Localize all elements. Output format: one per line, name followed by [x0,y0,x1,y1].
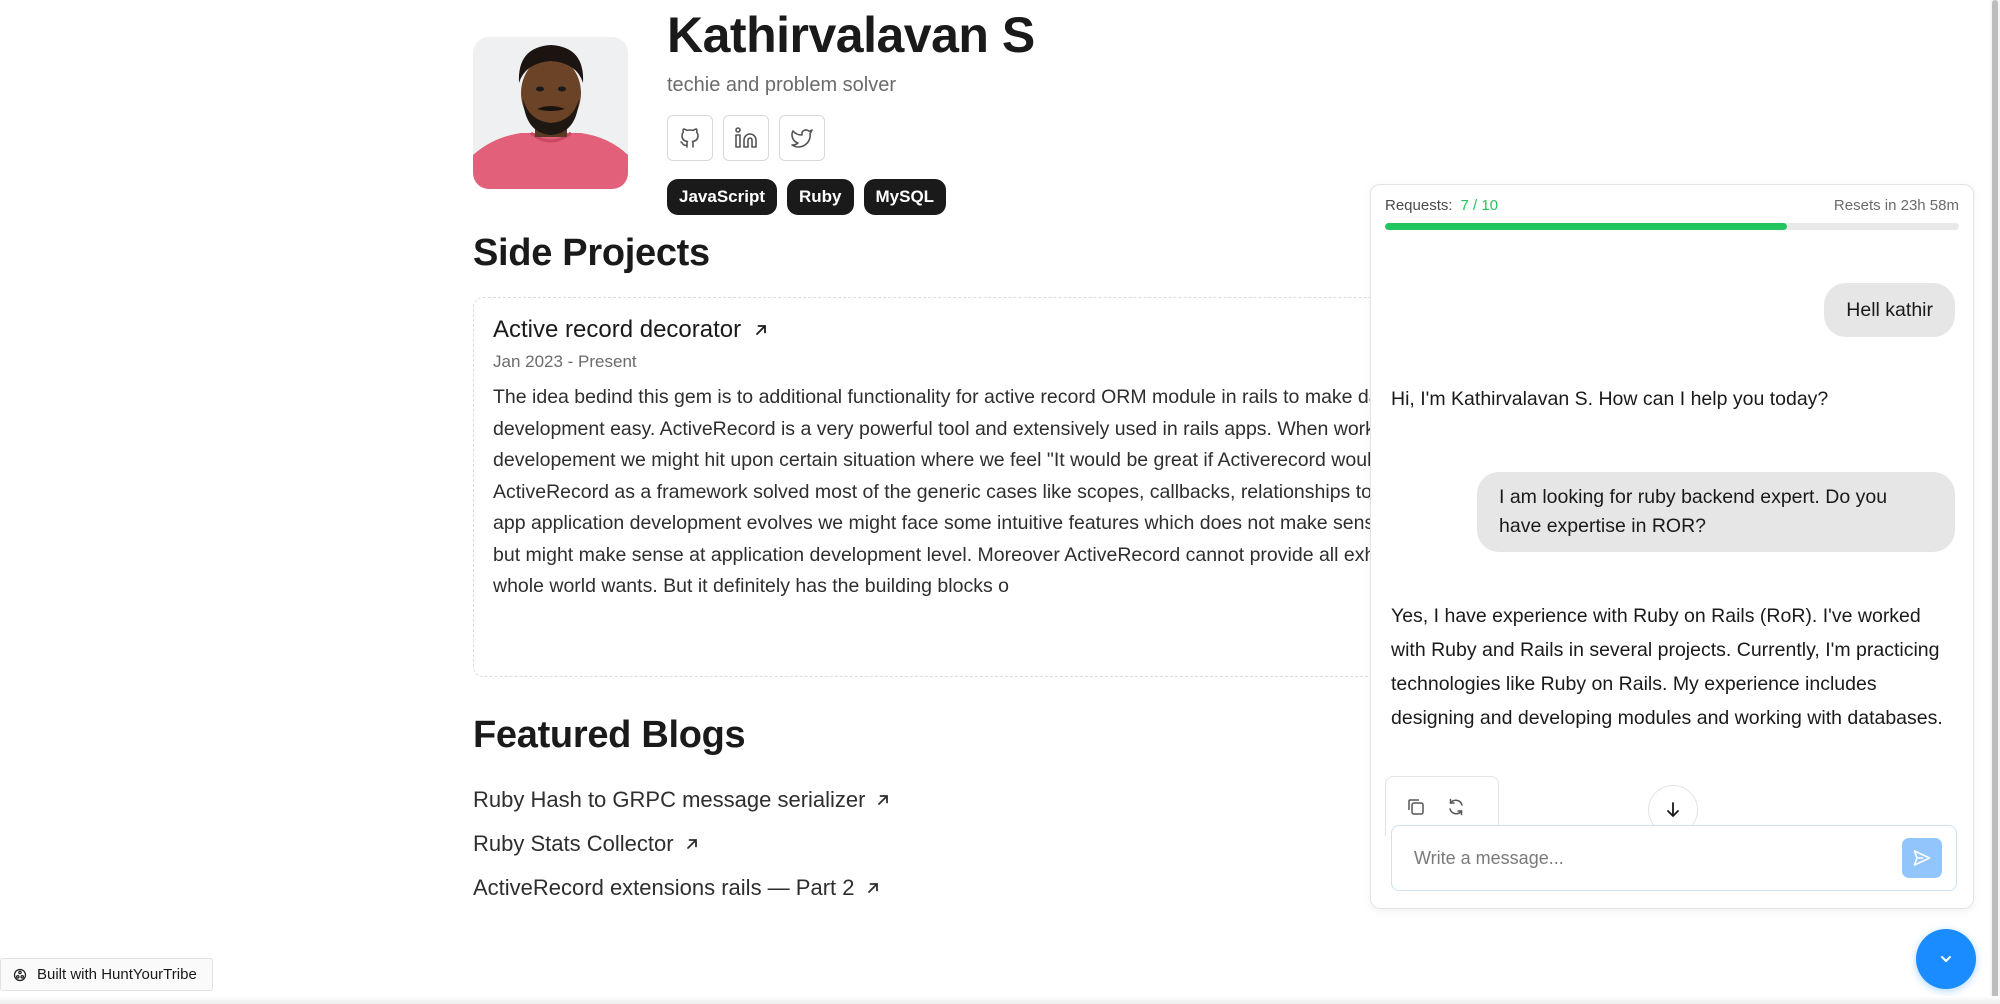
external-link-icon [686,839,697,849]
regenerate-icon[interactable] [1446,797,1466,817]
twitter-icon [791,129,813,148]
chat-widget: Requests: 7 / 10 Resets in 23h 58m Hell k… [1370,184,1974,909]
arrow-down-icon [1667,802,1679,817]
avatar [473,37,628,189]
assistant-message: Yes, I have experience with Ruby on Rail… [1391,605,1943,729]
quota-progress-fill [1385,223,1787,230]
side-projects-heading: Side Projects [473,232,710,274]
blog-title: Ruby Stats Collector [473,831,674,856]
blog-link[interactable]: Ruby Stats Collector [473,822,891,866]
tribe-logo-icon [13,968,27,981]
skill-badges: JavaScript Ruby MySQL [667,179,1035,215]
message-composer [1391,825,1957,891]
chat-toggle-button[interactable] [1916,929,1976,989]
request-quota: Requests: 7 / 10 Resets in 23h 58m [1385,197,1959,241]
send-icon [1913,850,1931,866]
project-card: Active record decorator Jan 2023 - Prese… [473,297,1523,677]
quota-label-group: Requests: 7 / 10 [1385,197,1498,214]
external-link-icon [878,795,889,805]
window-bottom-edge [0,996,2000,1004]
quota-progress-track [1385,223,1959,230]
external-link-icon [867,883,878,893]
blog-list: Ruby Hash to GRPC message serializer Rub… [473,778,891,910]
project-dates: Jan 2023 - Present [493,352,637,371]
project-link[interactable]: Active record decorator [493,316,1503,344]
quota-label: Requests: [1385,197,1453,214]
blog-title: ActiveRecord extensions rails — Part 2 [473,875,855,900]
built-with-badge[interactable]: Built with HuntYourTribe [0,958,213,991]
skill-badge: Ruby [787,179,854,215]
github-icon [680,128,699,148]
external-link-icon [756,325,767,335]
user-message: Hell kathir [1824,283,1955,337]
page-scrollbar-thumb[interactable] [1992,0,1998,1004]
project-title: Active record decorator [493,316,742,343]
message-input[interactable] [1414,847,1902,869]
built-with-label: Built with HuntYourTribe [37,966,197,983]
profile-header: Kathirvalavan S techie and problem solve… [667,4,1035,215]
avatar-photo [473,37,628,189]
blog-link[interactable]: ActiveRecord extensions rails — Part 2 [473,866,891,910]
copy-icon[interactable] [1406,797,1426,817]
social-links [667,115,1035,161]
blog-link[interactable]: Ruby Hash to GRPC message serializer [473,778,891,822]
linkedin-icon [735,127,757,148]
profile-tagline: techie and problem solver [667,74,897,96]
linkedin-link[interactable] [723,115,769,161]
skill-badge: MySQL [863,179,947,215]
user-message: I am looking for ruby backend expert. Do… [1477,472,1955,552]
featured-blogs-heading: Featured Blogs [473,714,746,756]
quota-count: 7 / 10 [1460,197,1499,214]
assistant-message: Hi, I'm Kathirvalavan S. How can I help … [1391,388,1829,410]
github-link[interactable] [667,115,713,161]
blog-title: Ruby Hash to GRPC message serializer [473,787,866,812]
profile-name: Kathirvalavan S [667,7,1035,63]
chevron-down-icon [1941,956,1951,962]
send-button[interactable] [1902,838,1942,878]
quota-reset: Resets in 23h 58m [1833,197,1959,214]
twitter-link[interactable] [779,115,825,161]
skill-badge: JavaScript [667,179,777,215]
project-description: The idea bedind this gem is to additiona… [493,386,1523,597]
